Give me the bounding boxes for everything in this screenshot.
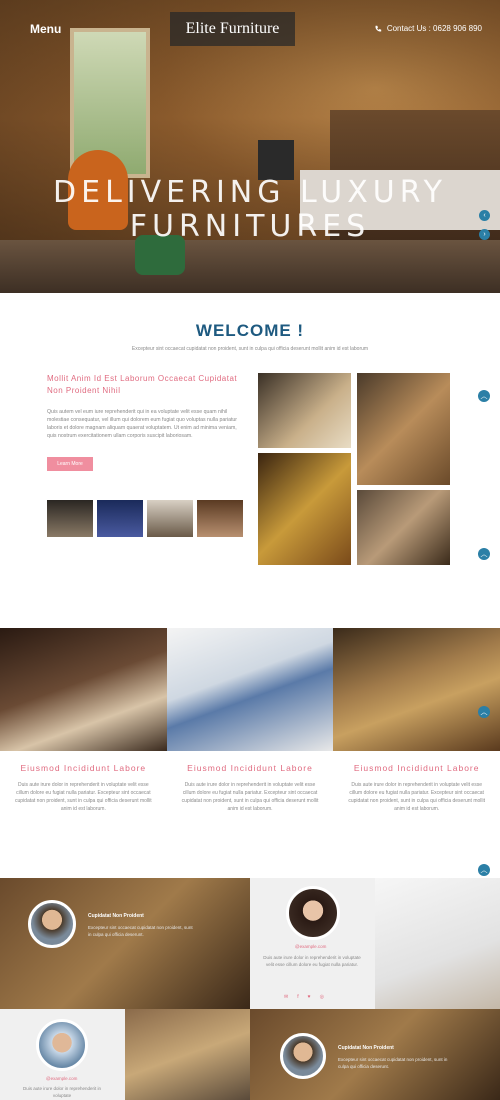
team-member-name: Cupidatat Non Proident [338, 1045, 394, 1051]
hero-stove-image [258, 140, 294, 180]
feature-text: Duis aute irure dolor in reprehenderit i… [15, 782, 152, 812]
room-image-lounge[interactable] [0, 628, 167, 751]
team-member-email[interactable]: @example.com [295, 944, 326, 949]
team-section: Cupidatat Non Proident Excepteur sint oc… [0, 878, 500, 1100]
avatar [280, 1033, 326, 1079]
gallery-image-living-room[interactable] [258, 373, 351, 448]
scroll-up-button[interactable]: ︿ [478, 390, 490, 402]
twitter-icon[interactable]: ♥ [308, 994, 311, 1000]
welcome-thumbnails [47, 500, 243, 537]
scroll-up-button[interactable]: ︿ [478, 706, 490, 718]
facebook-icon[interactable]: f [297, 994, 298, 1000]
slider-controls: ‹ › [479, 210, 490, 240]
welcome-heading: Mollit Anim Id Est Laborum Occaecat Cupi… [47, 374, 238, 395]
welcome-section: WELCOME ! Excepteur sint occaecat cupida… [0, 293, 500, 628]
team-member-desc: Excepteur sint occaecat cupidatat non pr… [338, 1057, 448, 1069]
feature-title: Eiusmod Incididunt Labore [353, 763, 480, 773]
welcome-subtitle: Excepteur sint occaecat cupidatat non pr… [131, 346, 369, 352]
phone-icon [375, 25, 382, 32]
hero-floor-image [0, 240, 500, 293]
hero-banner: Menu Elite Furniture Contact Us : 0628 9… [0, 0, 500, 293]
feature-text: Duis aute irure dolor in reprehenderit i… [181, 782, 319, 812]
brand-logo[interactable]: Elite Furniture [170, 12, 295, 46]
menu-button[interactable]: Menu [30, 22, 61, 36]
slider-next-button[interactable]: › [479, 229, 490, 240]
slider-prev-button[interactable]: ‹ [479, 210, 490, 221]
thumbnail-image[interactable] [147, 500, 193, 537]
contact-text: Contact Us : 0628 906 890 [386, 24, 482, 33]
social-links: ✉ f ♥ ◎ [284, 994, 324, 1000]
team-member-desc: Duis aute irure dolor in reprehenderit i… [22, 1086, 102, 1098]
room-image-living[interactable] [166, 628, 334, 751]
avatar [286, 886, 340, 940]
team-member-desc: Duis aute irure dolor in reprehenderit i… [263, 955, 361, 967]
room-image-dining[interactable] [333, 628, 500, 751]
avatar [36, 1019, 88, 1071]
feature-title: Eiusmod Incididunt Labore [187, 763, 313, 773]
hero-title: DELIVERING LUXURY FURNITURES [0, 176, 500, 244]
contact-info: Contact Us : 0628 906 890 [374, 24, 482, 33]
thumbnail-image[interactable] [197, 500, 243, 537]
feature-card: Eiusmod Incididunt Labore Duis aute irur… [0, 763, 167, 813]
scroll-up-button[interactable]: ︿ [478, 864, 490, 876]
gallery-image-sofa[interactable] [357, 490, 450, 565]
team-member-email[interactable]: @example.com [46, 1076, 77, 1081]
team-photo [125, 1009, 250, 1100]
gallery-image-cafe[interactable] [258, 453, 351, 565]
hero-title-line-1: DELIVERING LUXURY [53, 175, 447, 210]
learn-more-button[interactable]: Learn More [47, 457, 93, 471]
avatar [28, 900, 76, 948]
feature-title: Eiusmod Incididunt Labore [20, 763, 147, 773]
feature-card: Eiusmod Incididunt Labore Duis aute irur… [333, 763, 500, 813]
features-row: Eiusmod Incididunt Labore Duis aute irur… [0, 763, 500, 813]
team-member-desc: Excepteur sint occaecat cupidatat non pr… [88, 925, 193, 937]
gallery-image-chair[interactable] [357, 373, 450, 485]
feature-text: Duis aute irure dolor in reprehenderit i… [348, 782, 486, 812]
team-photo [375, 878, 500, 1009]
thumbnail-image[interactable] [47, 500, 93, 537]
welcome-gallery [258, 373, 450, 566]
scroll-up-button[interactable]: ︿ [478, 548, 490, 560]
welcome-body: Quis autem vel eum iure reprehenderit qu… [47, 409, 238, 439]
welcome-title: WELCOME ! [195, 321, 305, 340]
team-member-name: Cupidatat Non Proident [88, 913, 144, 919]
pinterest-icon[interactable]: ◎ [320, 994, 324, 1000]
rooms-strip [0, 628, 500, 751]
mail-icon[interactable]: ✉ [284, 994, 288, 1000]
thumbnail-image[interactable] [97, 500, 143, 537]
feature-card: Eiusmod Incididunt Labore Duis aute irur… [167, 763, 334, 813]
hero-title-line-2: FURNITURES [129, 209, 371, 244]
